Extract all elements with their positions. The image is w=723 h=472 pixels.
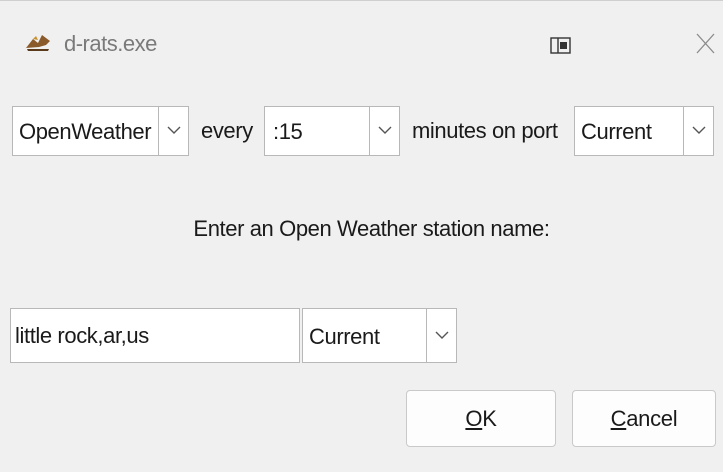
cancel-button[interactable]: Cancel	[572, 390, 716, 447]
cancel-mnemonic: C	[610, 406, 627, 431]
interval-select[interactable]: :15	[264, 106, 400, 156]
close-icon[interactable]	[693, 31, 717, 55]
port-select[interactable]: Current	[574, 106, 714, 156]
cancel-label-rest: ancel	[626, 406, 678, 431]
chevron-down-icon	[167, 126, 181, 134]
weather-source-dropdown-button[interactable]	[158, 107, 188, 155]
ok-mnemonic: O	[465, 406, 483, 431]
ok-button[interactable]: OK	[406, 390, 556, 447]
window-title: d-rats.exe	[64, 31, 157, 56]
interval-dropdown-button[interactable]	[369, 107, 399, 155]
dialog-window: d-rats.exe OpenWeather every :15 minutes…	[0, 0, 723, 472]
weather-source-value: OpenWeather	[19, 119, 152, 144]
title-bar[interactable]: d-rats.exe	[0, 1, 723, 85]
station-port-select[interactable]: Current	[302, 308, 457, 363]
port-value: Current	[581, 119, 652, 144]
station-port-value: Current	[309, 324, 380, 349]
chevron-down-icon	[378, 126, 392, 134]
weather-source-select[interactable]: OpenWeather	[12, 106, 189, 156]
chevron-down-icon	[692, 126, 706, 134]
interval-value: :15	[273, 119, 303, 144]
station-port-dropdown-button[interactable]	[426, 309, 456, 362]
chevron-down-icon	[435, 331, 449, 339]
ok-label-rest: K	[482, 406, 497, 431]
window-pin-icon[interactable]	[550, 37, 572, 55]
d-rats-app-icon	[26, 35, 50, 51]
port-dropdown-button[interactable]	[683, 107, 713, 155]
minutes-on-port-label: minutes on port	[412, 118, 558, 143]
station-name-prompt: Enter an Open Weather station name:	[193, 216, 550, 241]
every-label: every	[201, 118, 253, 143]
station-name-input[interactable]: little rock,ar,us	[10, 308, 300, 363]
